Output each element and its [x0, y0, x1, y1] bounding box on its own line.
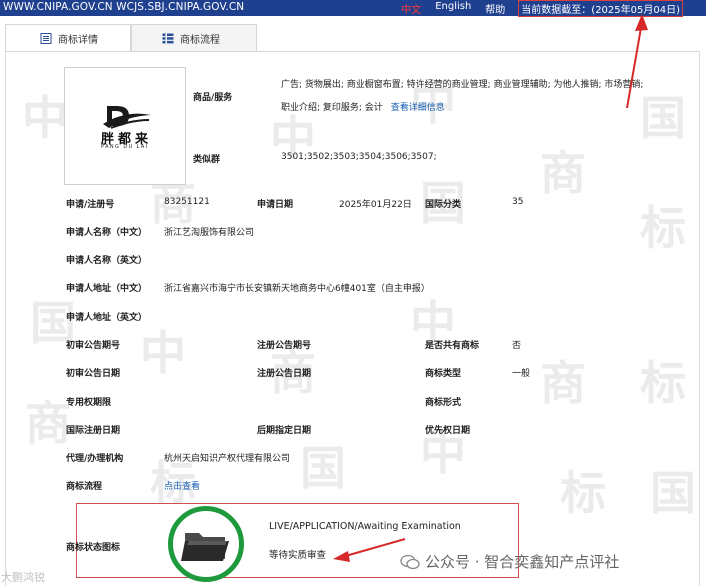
- corner-watermark-text: 大鹏鸿锐: [1, 571, 45, 584]
- annotation-arrows: [333, 14, 648, 562]
- wechat-watermark-text: 公众号 · 智合奕鑫知产点评社: [425, 553, 620, 571]
- wechat-icon: [400, 554, 420, 569]
- arrow-head-icon: [635, 14, 648, 31]
- corner-watermark: 大鹏鸿锐: [1, 569, 45, 585]
- arrow-head-icon: [333, 551, 350, 562]
- wechat-watermark: 公众号 · 智合奕鑫知产点评社: [400, 551, 619, 572]
